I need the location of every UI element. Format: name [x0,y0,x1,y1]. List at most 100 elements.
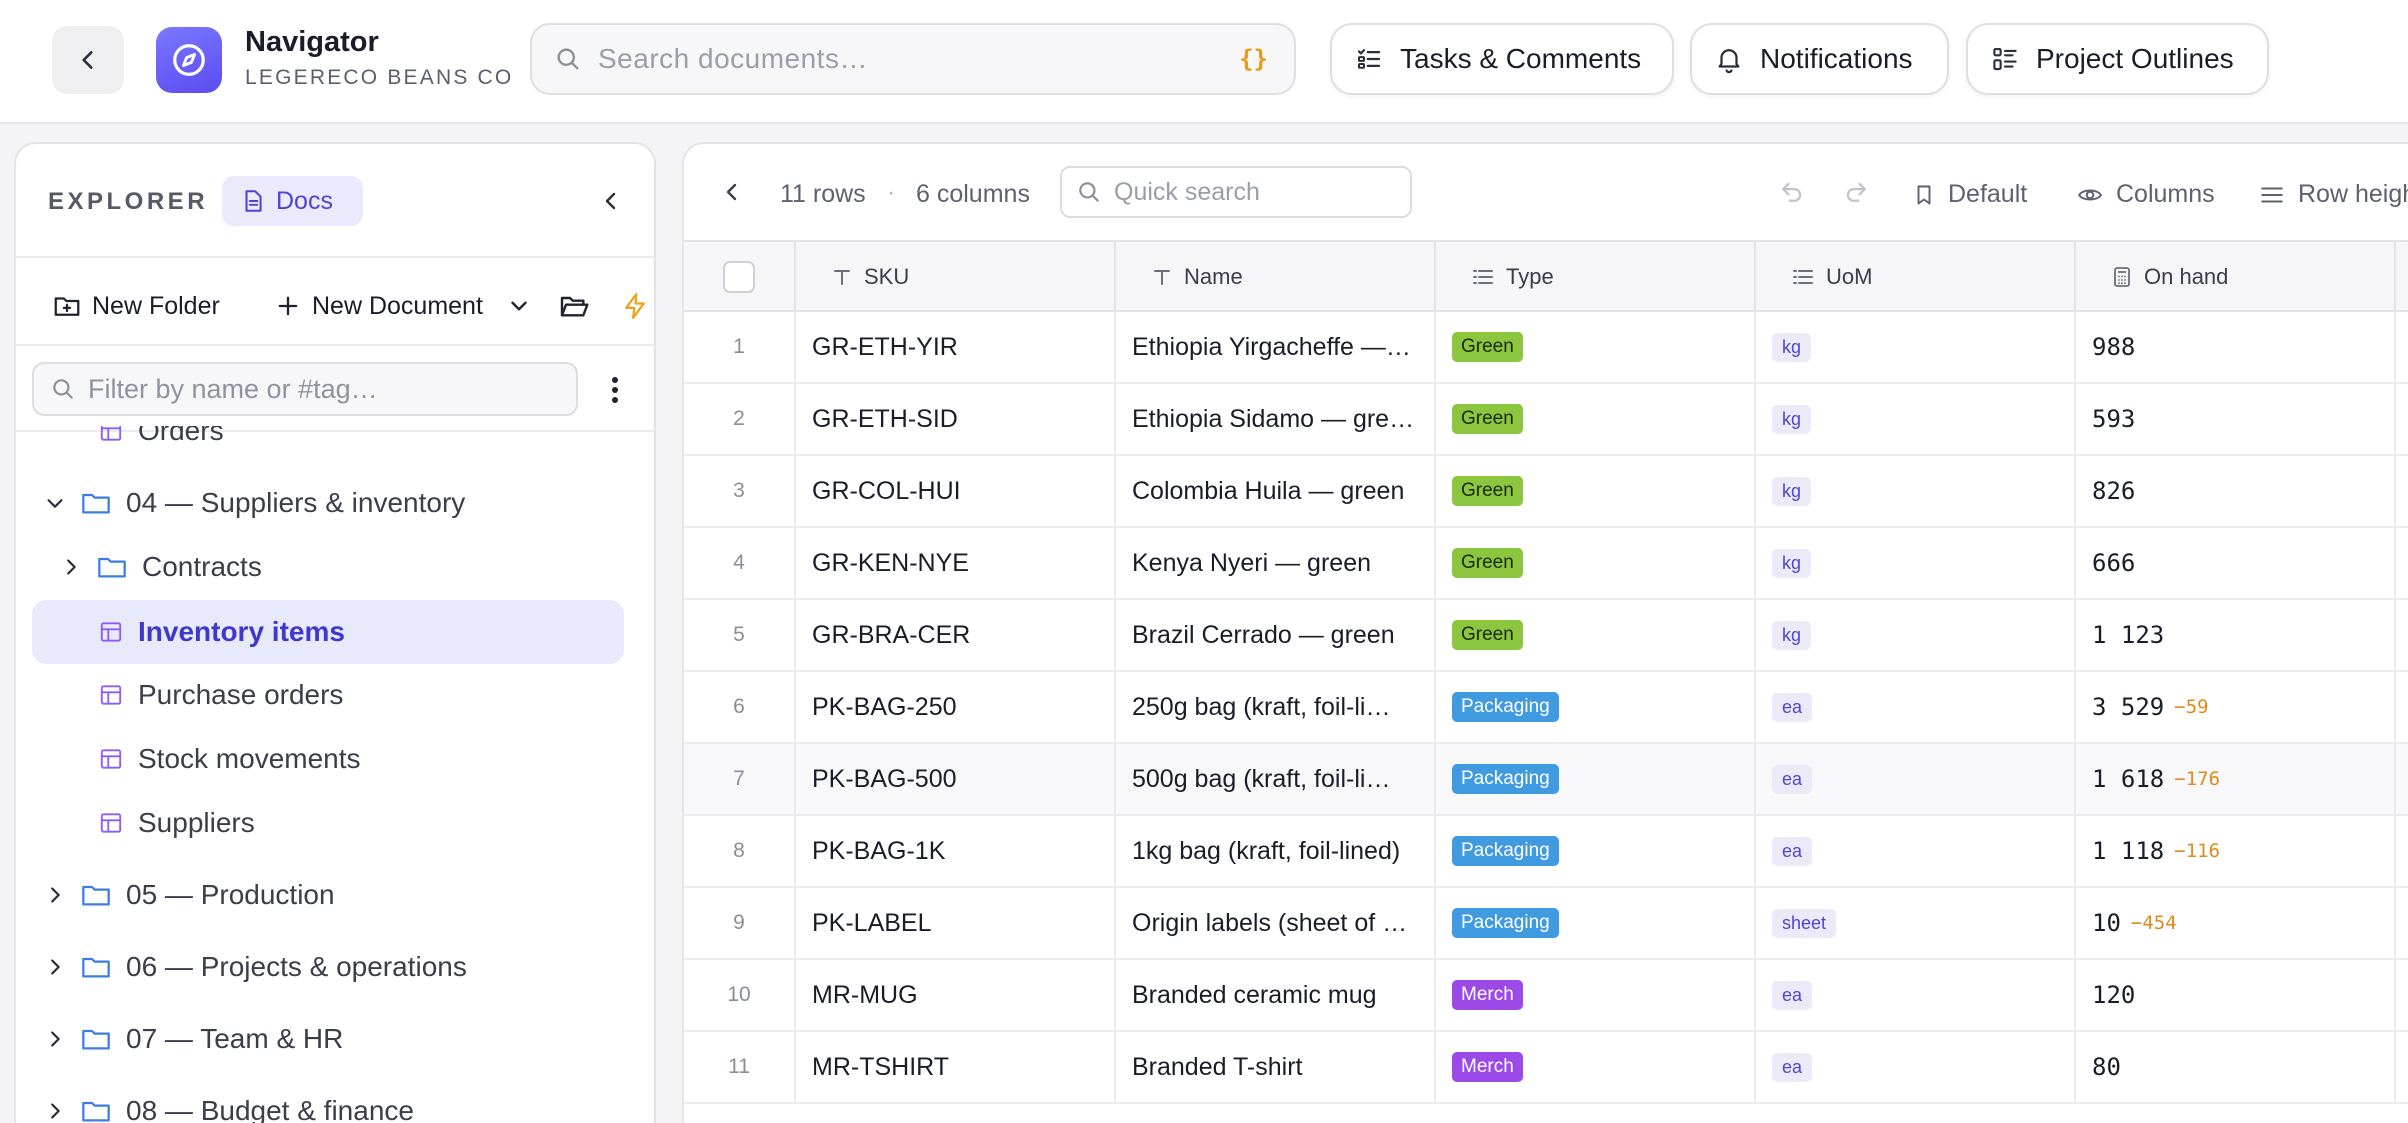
cell-next-column[interactable] [2396,528,2408,598]
cell-type[interactable]: Green [1436,384,1756,454]
cell-name[interactable]: Colombia Huila — green [1116,456,1436,526]
cell-next-column[interactable] [2396,384,2408,454]
cell-uom[interactable]: ea [1756,744,2076,814]
cell-on-hand[interactable]: 10 −454 [2076,888,2396,958]
cell-name[interactable]: 500g bag (kraft, foil-li… [1116,744,1436,814]
cell-name[interactable]: 1kg bag (kraft, foil-lined) [1116,816,1436,886]
cell-uom[interactable]: ea [1756,816,2076,886]
cell-on-hand[interactable]: 826 [2076,456,2396,526]
chevron-right-icon[interactable] [44,1100,66,1122]
open-folder-button[interactable] [558,284,600,328]
cell-sku[interactable]: MR-MUG [796,960,1116,1030]
row-index[interactable]: 5 [684,600,796,670]
cell-name[interactable]: Ethiopia Sidamo — gre… [1116,384,1436,454]
cell-type[interactable]: Green [1436,600,1756,670]
cell-name[interactable]: Brazil Cerrado — green [1116,600,1436,670]
cell-type[interactable]: Merch [1436,1032,1756,1102]
cell-on-hand[interactable]: 1 118 −116 [2076,816,2396,886]
table-row[interactable]: 3 GR-COL-HUI Colombia Huila — green Green kg… [684,456,2408,528]
collapse-sidebar-button[interactable] [590,180,632,222]
docs-chip[interactable]: Docs [222,176,363,226]
quick-search-input[interactable]: Quick search [1114,178,1260,207]
cell-sku[interactable]: PK-BAG-1K [796,816,1116,886]
cell-uom[interactable]: ea [1756,1032,2076,1102]
column-header-sku[interactable]: SKU [796,242,1116,312]
cell-type[interactable]: Packaging [1436,888,1756,958]
redo-button[interactable] [1842,178,1870,211]
table-row[interactable]: 6 PK-BAG-250 250g bag (kraft, foil-li… Pack… [684,672,2408,744]
cell-uom[interactable]: kg [1756,384,2076,454]
cell-sku[interactable]: GR-COL-HUI [796,456,1116,526]
cell-sku[interactable]: GR-KEN-NYE [796,528,1116,598]
tree-folder[interactable]: 08 — Budget & finance [44,1080,414,1123]
cell-next-column[interactable] [2396,312,2408,382]
table-row[interactable]: 2 GR-ETH-SID Ethiopia Sidamo — gre… Green kg… [684,384,2408,456]
tree-document[interactable]: Stock movements [98,728,361,790]
new-document-button[interactable]: New Document [274,284,483,328]
cell-uom[interactable]: kg [1756,312,2076,382]
cell-uom[interactable]: ea [1756,960,2076,1030]
cell-uom[interactable]: sheet [1756,888,2076,958]
cell-sku[interactable]: GR-ETH-YIR [796,312,1116,382]
cell-name[interactable]: Branded T-shirt [1116,1032,1436,1102]
chevron-right-icon[interactable] [44,1028,66,1050]
undo-button[interactable] [1778,178,1806,211]
cell-uom[interactable]: kg [1756,528,2076,598]
column-header-on-hand[interactable]: On hand [2076,242,2396,312]
tree-document[interactable]: Purchase orders [98,664,343,726]
chevron-right-icon[interactable] [60,556,82,578]
row-index[interactable]: 2 [684,384,796,454]
table-row[interactable]: 8 PK-BAG-1K 1kg bag (kraft, foil-lined) Pac… [684,816,2408,888]
quick-search-field[interactable]: Quick search [1060,166,1412,218]
cell-sku[interactable]: PK-LABEL [796,888,1116,958]
cell-type[interactable]: Green [1436,456,1756,526]
cell-on-hand[interactable]: 593 [2076,384,2396,454]
tasks-comments-button[interactable]: Tasks & Comments [1330,23,1674,95]
row-index[interactable]: 11 [684,1032,796,1102]
table-row[interactable]: 4 GR-KEN-NYE Kenya Nyeri — green Green kg 666 [684,528,2408,600]
cell-sku[interactable]: PK-BAG-500 [796,744,1116,814]
tree-folder[interactable]: 06 — Projects & operations [44,936,467,998]
cell-next-column[interactable] [2396,888,2408,958]
cell-next-column[interactable] [2396,744,2408,814]
cell-next-column[interactable] [2396,960,2408,1030]
row-index[interactable]: 9 [684,888,796,958]
quick-actions-button[interactable] [620,284,654,328]
cell-type[interactable]: Packaging [1436,816,1756,886]
filter-input[interactable]: Filter by name or #tag… [88,374,378,405]
project-outlines-button[interactable]: Project Outlines [1966,23,2269,95]
cell-type[interactable]: Green [1436,312,1756,382]
tree-document[interactable]: Orders [98,426,224,462]
row-index[interactable]: 1 [684,312,796,382]
table-row[interactable]: 9 PK-LABEL Origin labels (sheet of … Packag… [684,888,2408,960]
cell-on-hand[interactable]: 3 529 −59 [2076,672,2396,742]
view-default-button[interactable]: Default [1912,180,2027,209]
column-header-type[interactable]: Type [1436,242,1756,312]
cell-name[interactable]: Kenya Nyeri — green [1116,528,1436,598]
cell-type[interactable]: Green [1436,528,1756,598]
row-index[interactable]: 3 [684,456,796,526]
cell-on-hand[interactable]: 120 [2076,960,2396,1030]
row-index[interactable]: 4 [684,528,796,598]
query-syntax-icon[interactable]: {} [1239,45,1268,73]
grid-back-button[interactable] [720,180,744,209]
cell-next-column[interactable] [2396,1032,2408,1102]
row-height-button[interactable]: Row height [2258,180,2408,209]
columns-button[interactable]: Columns [2076,180,2215,209]
cell-next-column[interactable] [2396,816,2408,886]
cell-next-column[interactable] [2396,600,2408,670]
cell-on-hand[interactable]: 988 [2076,312,2396,382]
cell-next-column[interactable] [2396,456,2408,526]
cell-sku[interactable]: MR-TSHIRT [796,1032,1116,1102]
row-index[interactable]: 7 [684,744,796,814]
chevron-down-icon[interactable] [44,492,66,514]
cell-type[interactable]: Packaging [1436,744,1756,814]
notifications-button[interactable]: Notifications [1690,23,1949,95]
cell-sku[interactable]: GR-ETH-SID [796,384,1116,454]
tree-folder[interactable]: 04 — Suppliers & inventory [44,472,465,534]
cell-on-hand[interactable]: 666 [2076,528,2396,598]
tree-document[interactable]: Suppliers [98,792,255,854]
chevron-right-icon[interactable] [44,956,66,978]
tree-document[interactable]: Inventory items [32,600,624,664]
table-row[interactable]: 11 MR-TSHIRT Branded T-shirt Merch ea 80 [684,1032,2408,1104]
